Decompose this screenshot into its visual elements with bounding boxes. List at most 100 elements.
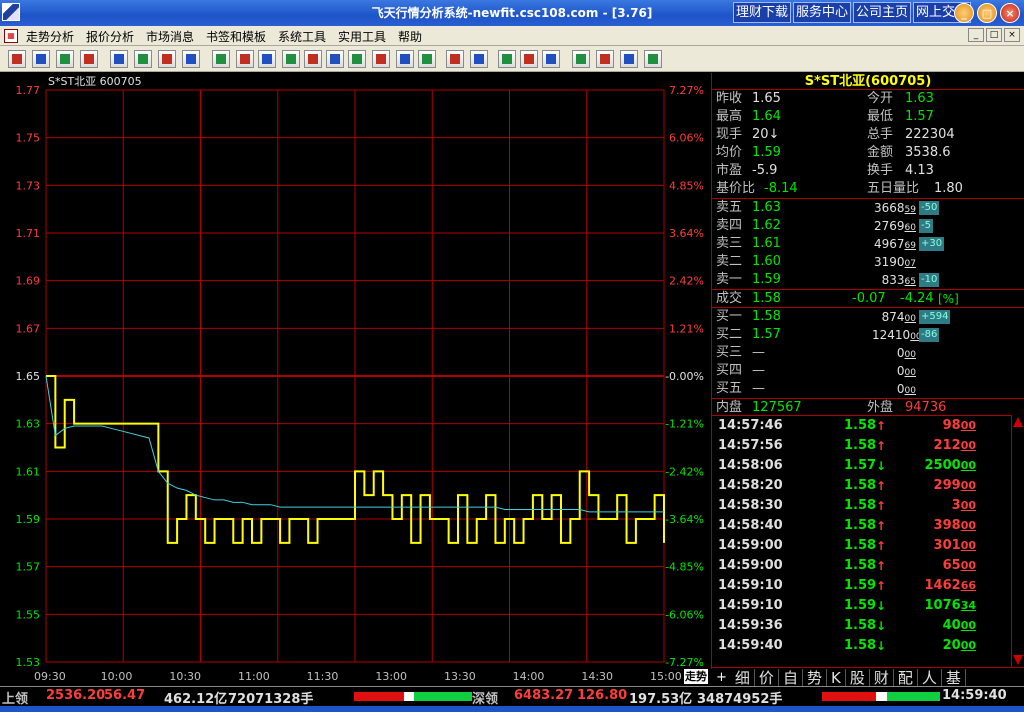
toolbar-table-button[interactable] [446,50,464,68]
scroll-down-icon[interactable] [1013,655,1023,665]
sells-level[interactable]: 卖五 1.63 366859 -50 [712,199,1024,217]
y-tick-pct-label: -1.21% [665,418,704,431]
trade-row[interactable]: 14:59:00 1.58 ↑ 6500 [712,556,1012,576]
toolbar-month-button[interactable] [282,50,300,68]
panel-tab-9[interactable]: 基 [942,668,966,687]
toolbar-SZ-button[interactable] [80,50,98,68]
trade-row[interactable]: 14:58:40 1.58 ↑ 39800 [712,516,1012,536]
scroll-up-icon[interactable] [1013,417,1023,427]
buys-volume-fraction: 00 [904,368,916,378]
panel-tab-5[interactable]: 股 [846,668,870,687]
mdi-minimize-button[interactable]: _ [968,28,984,42]
sells-level[interactable]: 卖四 1.62 276960 -5 [712,217,1024,235]
maximize-button[interactable]: □ [977,3,997,23]
menu-bookmarks-templates[interactable]: 书签和模板 [206,28,266,45]
panel-tab-0[interactable]: 细 [731,668,755,687]
15min-icon [330,54,340,64]
panel-tab-8[interactable]: 人 [918,668,942,687]
buys-volume-main: 874 [881,310,905,324]
intraday-chart[interactable]: 1.77 7.27% 1.75 6.06% 1.73 4.85% 1.71 3.64% 1.69… [0,73,710,669]
arrow-up-icon: ↑ [876,579,887,593]
menu-trend-analysis[interactable]: 走势分析 [26,28,74,45]
trade-row[interactable]: 14:59:10 1.59 ↑ 146266 [712,576,1012,596]
toolbar-calc-button[interactable] [620,50,638,68]
toolbar-detail-button[interactable] [396,50,414,68]
inner-outer-row: 内盘 127567 外盘 94736 [712,398,1024,416]
kline-icon [240,54,250,64]
toolbar-alarm-button[interactable] [644,50,662,68]
trade-row[interactable]: 14:58:30 1.58 ↑ 300 [712,496,1012,516]
trade-row[interactable]: 14:59:40 1.58 ↓ 2000 [712,636,1012,656]
sells-level[interactable]: 卖二 1.60 319007 [712,253,1024,271]
toolbar-day-button[interactable] [258,50,276,68]
panel-tab-7[interactable]: 配 [894,668,918,687]
trade-row[interactable]: 14:57:56 1.58 ↑ 21200 [712,436,1012,456]
panel-tab-2[interactable]: 自 [779,668,803,687]
buys-level[interactable]: 买三 — 000 [712,344,1024,362]
menu-quote-analysis[interactable]: 报价分析 [86,28,134,45]
toolbar-kline-button[interactable] [236,50,254,68]
panel-tab-1[interactable]: 价 [755,668,779,687]
link-service-center[interactable]: 服务中心 [793,2,852,23]
toolbar-line-button[interactable] [212,50,230,68]
trade-list[interactable]: 14:57:46 1.58 ↑ 9800 14:57:56 1.58 ↑ 21200 14:58… [712,415,1012,657]
buys-level[interactable]: 买四 — 000 [712,362,1024,380]
toolbar-5min-button[interactable] [304,50,322,68]
trade-volume-main: 65 [942,558,961,573]
toolbar-pick-button[interactable] [182,50,200,68]
buys-level[interactable]: 买一 1.58 87400 +594 [712,308,1024,326]
sells-label: 卖二 [716,254,743,269]
toolbar-ASH-button[interactable] [134,50,152,68]
deal-pct: -4.24 [900,291,934,306]
tab-trend[interactable]: 走势 [684,669,708,684]
document-icon[interactable]: ▦ [4,29,18,43]
panel-tab-3[interactable]: 势 [803,668,827,687]
sells-volume-fraction: 07 [904,259,916,269]
trade-row[interactable]: 14:59:00 1.58 ↑ 30100 [712,536,1012,556]
y-tick-label: 1.63 [16,418,41,431]
trade-row[interactable]: 14:58:20 1.58 ↑ 29900 [712,476,1012,496]
y-tick-label: 1.57 [16,561,41,574]
toolbar-net2-button[interactable] [520,50,538,68]
arrow-up-icon: ↑ [876,539,887,553]
sells-level[interactable]: 卖三 1.61 496769 +30 [712,235,1024,253]
toolbar-news-button[interactable] [572,50,590,68]
sells-volume-main: 4967 [874,237,905,251]
link-download[interactable]: 理财下载 [733,2,792,23]
toolbar-f10-button[interactable] [596,50,614,68]
toolbar-board-button[interactable] [32,50,50,68]
panel-tab-add-button[interactable]: + [712,670,731,685]
toolbar-net1-button[interactable] [498,50,516,68]
menu-system-tools[interactable]: 系统工具 [278,28,326,45]
trade-row[interactable]: 14:59:10 1.59 ↓ 107634 [712,596,1012,616]
toolbar-A-ratio-button[interactable] [470,50,488,68]
toolbar-back-button[interactable] [8,50,26,68]
buys-volume-main: 12410 [872,328,911,342]
toolbar-trend-button[interactable] [372,50,390,68]
menu-market-news[interactable]: 市场消息 [146,28,194,45]
toolbar-ASZ-button[interactable] [158,50,176,68]
toolbar-60min-button[interactable] [348,50,366,68]
y-tick-pct-label: 6.06% [669,132,704,145]
toolbar-SH-button[interactable] [56,50,74,68]
sells-level[interactable]: 卖一 1.59 83365 -10 [712,271,1024,289]
close-button[interactable]: × [1000,3,1020,23]
panel-tab-6[interactable]: 财 [870,668,894,687]
minimize-button[interactable]: _ [954,3,974,23]
buys-level[interactable]: 买五 — 000 [712,380,1024,398]
mdi-close-button[interactable]: × [1004,28,1020,42]
mdi-restore-button[interactable]: □ [986,28,1002,42]
trade-scrollbar[interactable] [1011,415,1024,667]
trade-row[interactable]: 14:58:06 1.57 ↓ 250000 [712,456,1012,476]
menu-utility-tools[interactable]: 实用工具 [338,28,386,45]
trade-row[interactable]: 14:57:46 1.58 ↑ 9800 [712,416,1012,436]
toolbar-A-button[interactable] [110,50,128,68]
menu-help[interactable]: 帮助 [398,28,422,45]
toolbar-volume-button[interactable] [418,50,436,68]
toolbar-net3-button[interactable] [542,50,560,68]
buys-level[interactable]: 买二 1.57 1241000 -86 [712,326,1024,344]
panel-tab-4[interactable]: K [827,668,846,687]
trade-row[interactable]: 14:59:36 1.58 ↓ 4000 [712,616,1012,636]
link-company-home[interactable]: 公司主页 [853,2,912,23]
toolbar-15min-button[interactable] [326,50,344,68]
